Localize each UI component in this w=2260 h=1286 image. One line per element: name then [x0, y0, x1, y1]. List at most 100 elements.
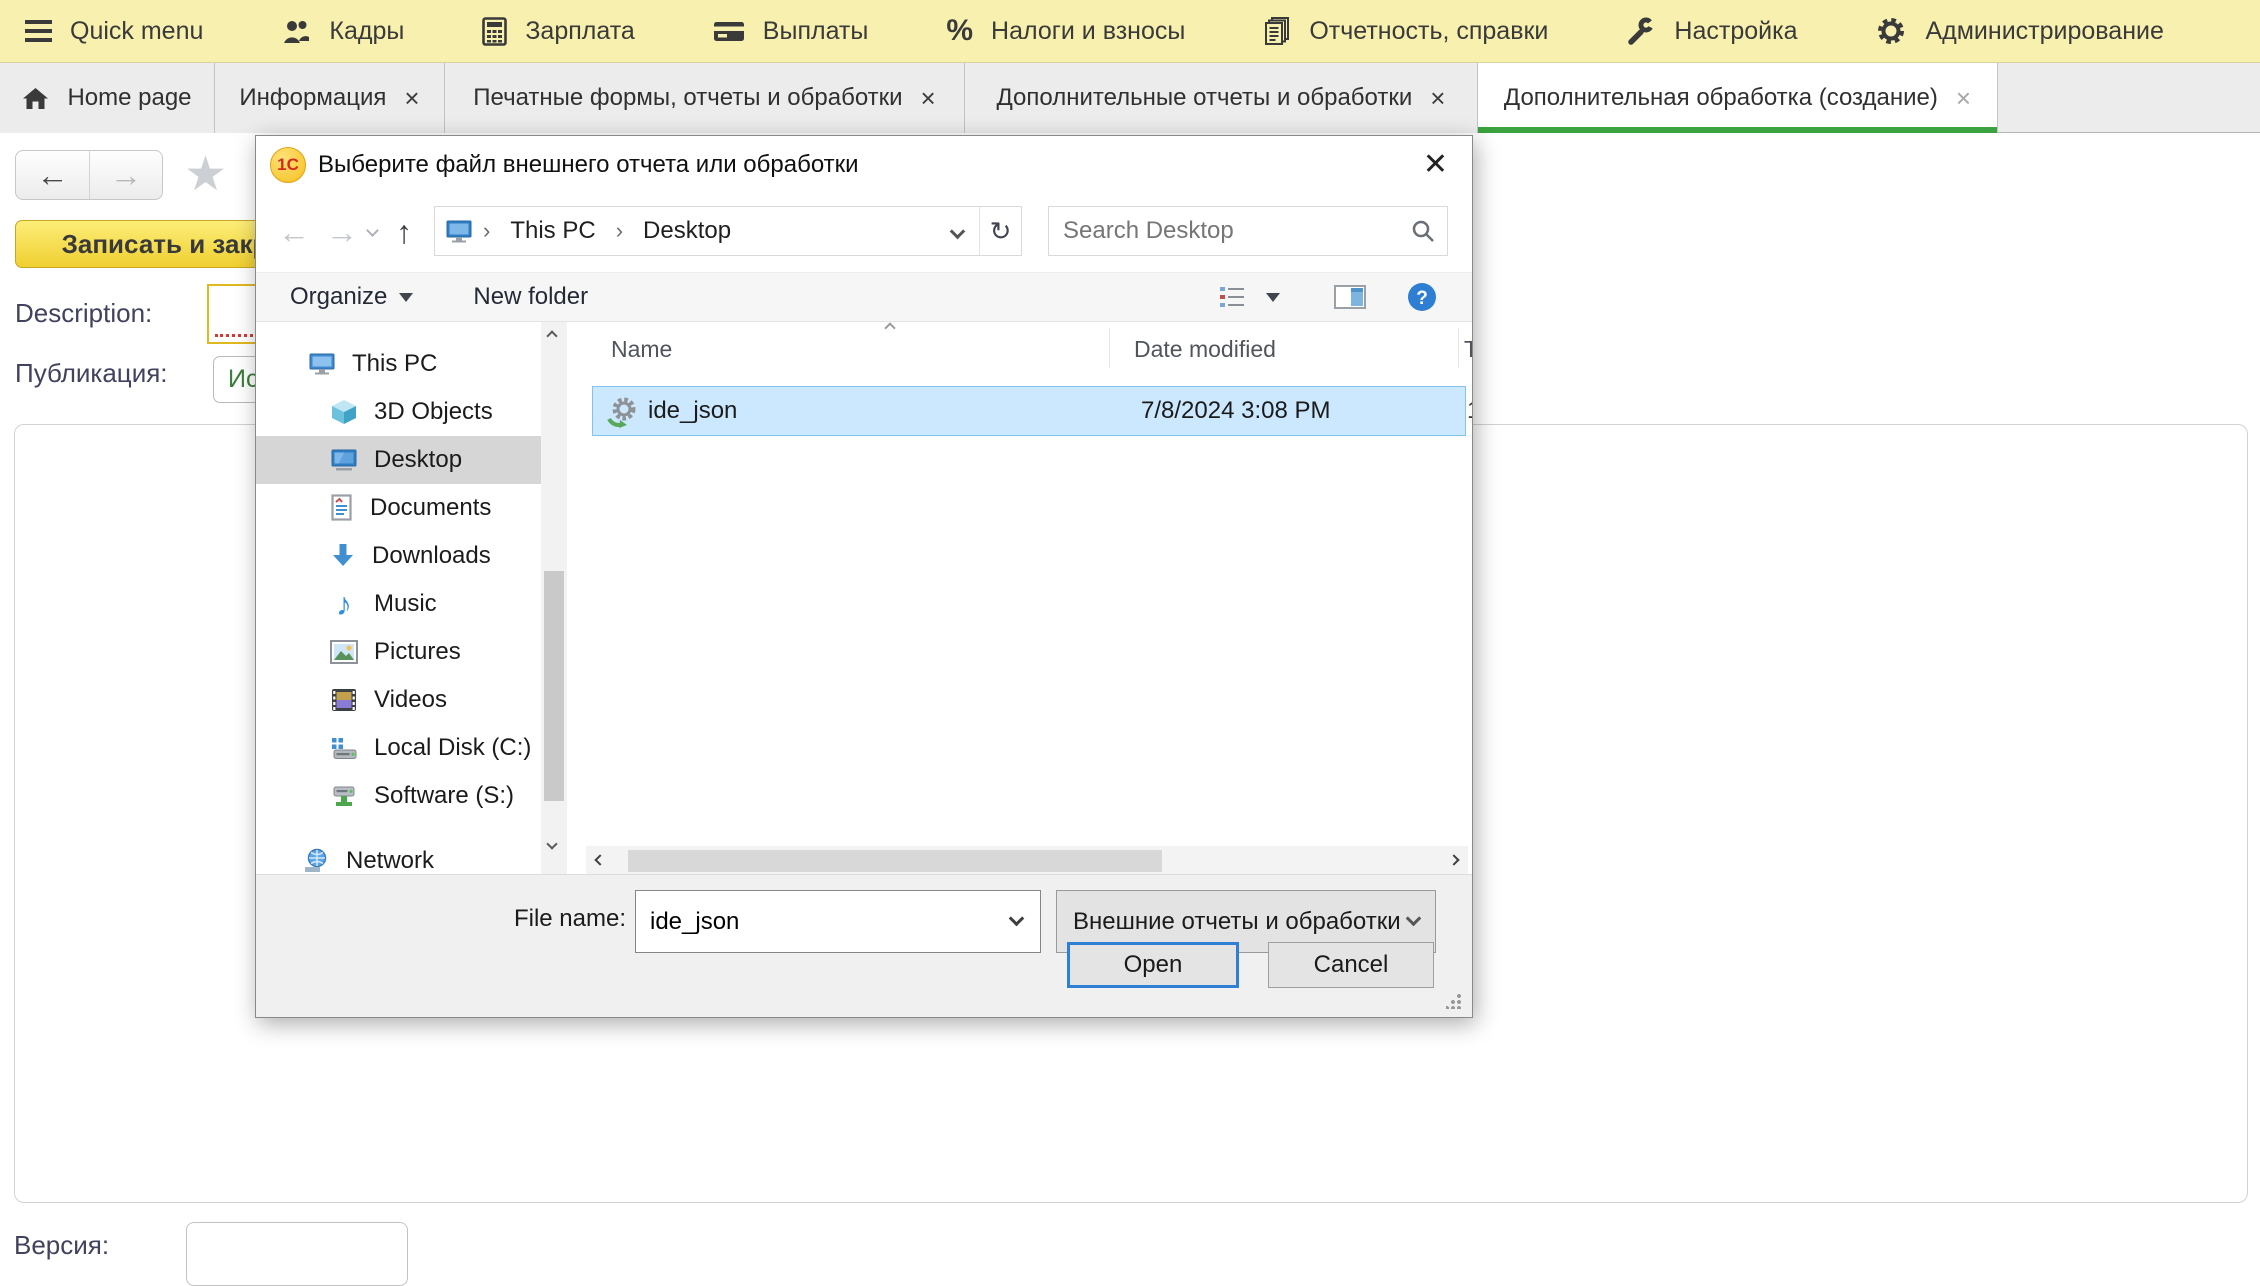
description-label: Description:	[15, 298, 152, 329]
tab-dop-otchety[interactable]: Дополнительные отчеты и обработки ×	[965, 63, 1478, 133]
scroll-left-icon[interactable]	[594, 854, 605, 865]
dialog-close-icon[interactable]: ✕	[1417, 147, 1454, 182]
this-pc-icon	[308, 351, 336, 377]
menu-item-otchetnost[interactable]: Отчетность, справки	[1263, 16, 1548, 46]
dialog-toolbar: Organize New folder ?	[256, 272, 1472, 322]
sidebar-label: Videos	[374, 686, 447, 714]
resize-grip[interactable]	[1446, 993, 1462, 1009]
file-name-input[interactable]	[636, 891, 1040, 952]
file-name-cell: ide_json	[648, 397, 737, 425]
tab-home-page[interactable]: Home page	[0, 63, 215, 133]
places-sidebar: This PC 3D Objects Desktop Documents Dow…	[256, 322, 541, 874]
sort-ascending-icon	[884, 322, 895, 333]
sidebar-item-this-pc[interactable]: This PC	[256, 340, 541, 388]
menu-label: Quick menu	[70, 17, 203, 46]
report-pages-icon	[1263, 16, 1291, 46]
breadcrumb-this-pc[interactable]: This PC	[500, 217, 605, 245]
people-icon	[281, 18, 311, 45]
column-date-modified[interactable]: Date modified	[1134, 336, 1276, 363]
cancel-button[interactable]: Cancel	[1268, 942, 1434, 988]
sidebar-item-videos[interactable]: Videos	[256, 676, 541, 724]
tab-close-icon[interactable]: ×	[404, 85, 419, 111]
nav-back-icon[interactable]: ←	[278, 216, 310, 248]
tab-close-icon[interactable]: ×	[1956, 85, 1971, 111]
menu-label: Выплаты	[763, 17, 869, 46]
menu-item-kadry[interactable]: Кадры	[281, 17, 404, 46]
menu-label: Кадры	[329, 17, 404, 46]
menu-item-administrirovanie[interactable]: Администрирование	[1875, 15, 2163, 47]
sidebar-scrollbar[interactable]	[541, 322, 567, 874]
menu-item-vyplaty[interactable]: Выплаты	[713, 17, 869, 46]
tab-label: Home page	[67, 84, 191, 112]
tab-close-icon[interactable]: ×	[921, 85, 936, 111]
hamburger-icon	[25, 20, 52, 42]
favorite-star-icon[interactable]: ★	[184, 146, 227, 202]
menu-item-zarplata[interactable]: Зарплата	[482, 17, 634, 46]
open-button[interactable]: Open	[1067, 942, 1239, 988]
required-marker	[215, 334, 259, 337]
sidebar-label: This PC	[352, 350, 437, 378]
sidebar-item-pictures[interactable]: Pictures	[256, 628, 541, 676]
scrollbar-thumb[interactable]	[544, 571, 564, 801]
sidebar-item-local-disk-c[interactable]: Local Disk (C:)	[256, 724, 541, 772]
sidebar-item-downloads[interactable]: Downloads	[256, 532, 541, 580]
column-name[interactable]: Name	[611, 336, 672, 363]
organize-label: Organize	[290, 283, 387, 311]
tab-close-icon[interactable]: ×	[1430, 85, 1445, 111]
folder-location-icon	[435, 218, 473, 244]
column-divider[interactable]	[1458, 328, 1459, 368]
file-list-header: Name Date modified T	[586, 322, 1468, 374]
help-button[interactable]: ?	[1406, 281, 1438, 313]
tab-dop-obrabotka-active[interactable]: Дополнительная обработка (создание) ×	[1478, 63, 1998, 133]
address-dropdown-chevron-icon[interactable]	[950, 223, 966, 239]
tab-pechatnye-formy[interactable]: Печатные формы, отчеты и обработки ×	[445, 63, 965, 133]
sidebar-item-3d-objects[interactable]: 3D Objects	[256, 388, 541, 436]
preview-pane-button[interactable]	[1334, 284, 1366, 310]
3d-objects-icon	[330, 398, 358, 426]
horizontal-scrollbar[interactable]	[586, 846, 1468, 874]
version-field[interactable]	[186, 1222, 408, 1286]
search-input[interactable]	[1049, 207, 1447, 255]
column-divider[interactable]	[1109, 328, 1110, 368]
address-bar[interactable]: › This PC › Desktop ↻	[434, 206, 1022, 256]
sidebar-item-documents[interactable]: Documents	[256, 484, 541, 532]
forward-button[interactable]: →	[89, 151, 162, 199]
view-dropdown-chevron-icon[interactable]	[1266, 293, 1280, 302]
tab-informaciya[interactable]: Информация ×	[215, 63, 445, 133]
menu-item-nalogi[interactable]: % Налоги и взносы	[946, 14, 1185, 48]
sidebar-item-music[interactable]: ♪ Music	[256, 580, 541, 628]
external-processing-gear-icon	[605, 394, 641, 430]
refresh-icon[interactable]: ↻	[979, 207, 1021, 255]
sidebar-item-network[interactable]: Network	[256, 837, 541, 874]
downloads-icon	[330, 542, 356, 570]
menu-item-nastroyka[interactable]: Настройка	[1626, 16, 1797, 46]
sidebar-label: Music	[374, 590, 437, 618]
local-disk-icon	[330, 735, 358, 761]
organize-button[interactable]: Organize	[290, 283, 413, 311]
sidebar-item-software-s[interactable]: Software (S:)	[256, 772, 541, 820]
sidebar-label: Documents	[370, 494, 491, 522]
nav-up-icon[interactable]: ↑	[396, 216, 412, 248]
nav-history-chevron-icon[interactable]	[366, 224, 379, 237]
column-type-clipped[interactable]: T	[1464, 336, 1472, 363]
sidebar-label: Software (S:)	[374, 782, 514, 810]
menu-item-quick-menu[interactable]: Quick menu	[25, 17, 203, 46]
sidebar-item-desktop[interactable]: Desktop	[256, 436, 541, 484]
scroll-up-icon[interactable]	[546, 330, 557, 341]
view-list-button[interactable]	[1218, 284, 1246, 310]
scroll-right-icon[interactable]	[1448, 854, 1459, 865]
back-button[interactable]: ←	[16, 151, 89, 199]
dialog-title: Выберите файл внешнего отчета или обрабо…	[318, 151, 1417, 179]
menu-label: Зарплата	[525, 17, 634, 46]
nav-forward-icon[interactable]: →	[326, 216, 358, 248]
desktop-icon	[330, 447, 358, 473]
scrollbar-thumb[interactable]	[628, 850, 1162, 872]
sidebar-label: Downloads	[372, 542, 491, 570]
new-folder-button[interactable]: New folder	[473, 283, 588, 311]
tab-label: Печатные формы, отчеты и обработки	[473, 84, 902, 112]
breadcrumb-desktop[interactable]: Desktop	[633, 217, 741, 245]
gear-icon	[1875, 15, 1907, 47]
file-date-cell: 7/8/2024 3:08 PM	[1141, 397, 1330, 425]
scroll-down-icon[interactable]	[546, 838, 557, 849]
file-row-selected[interactable]: ide_json 7/8/2024 3:08 PM 1	[592, 386, 1466, 436]
